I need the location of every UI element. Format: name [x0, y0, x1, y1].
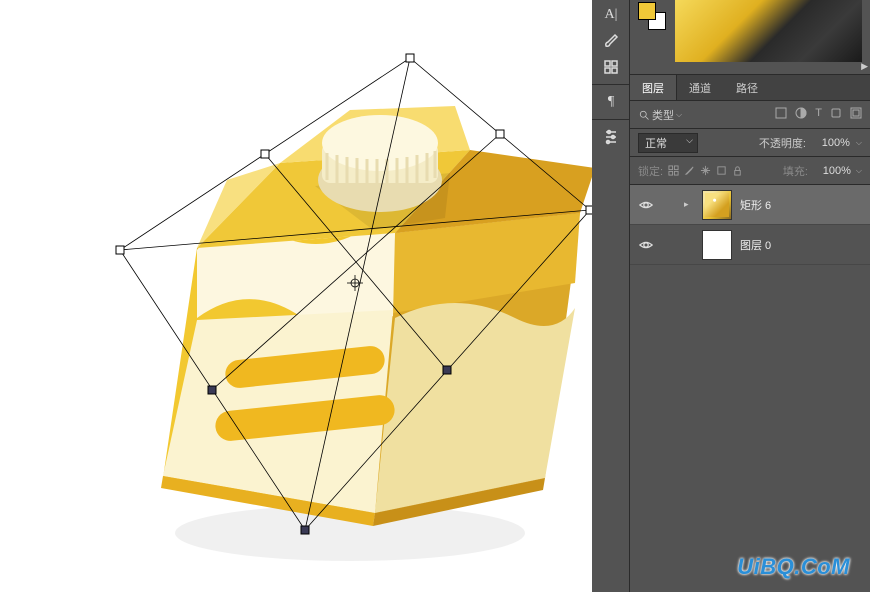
fg-color-swatch[interactable] — [638, 2, 656, 20]
expand-arrow-icon[interactable]: ▶ — [861, 61, 868, 72]
filter-adjust-icon[interactable] — [795, 107, 807, 122]
layer-item[interactable]: 图层 0 — [630, 225, 870, 265]
watermark: UiBQ.CoM — [737, 554, 850, 580]
fill-label: 填充: — [783, 163, 808, 179]
collapsed-panel-strip: A| ¶ — [592, 0, 630, 592]
adjustments-panel-icon[interactable] — [592, 124, 630, 150]
gradient-preview-panel: ▶ — [630, 0, 870, 75]
lock-pixels-icon[interactable] — [684, 165, 695, 176]
lock-row: 锁定: 填充: 100% ⌵ — [630, 157, 870, 185]
filter-pixel-icon[interactable] — [775, 107, 787, 122]
layer-filter-row: 类型 ⌵ T — [630, 101, 870, 129]
layer-thumbnail[interactable] — [702, 230, 732, 260]
opacity-value[interactable]: 100% — [812, 137, 850, 149]
lock-label: 锁定: — [638, 163, 663, 179]
chevron-down-icon[interactable]: ⌵ — [856, 138, 862, 148]
lock-artboard-icon[interactable] — [716, 165, 727, 176]
brush-panel-icon[interactable] — [592, 28, 630, 54]
tab-layers[interactable]: 图层 — [630, 75, 677, 100]
panel-tabs: 图层 通道 路径 — [630, 75, 870, 101]
color-swatches[interactable] — [638, 2, 666, 30]
lock-transparency-icon[interactable] — [668, 165, 679, 176]
layer-item[interactable]: ▸ 矩形 6 — [630, 185, 870, 225]
character-panel-icon[interactable]: A| — [592, 2, 630, 28]
lock-all-icon[interactable] — [732, 165, 743, 176]
chevron-down-icon[interactable]: ⌵ — [856, 166, 862, 176]
filter-type-icon[interactable]: T — [815, 107, 822, 122]
artwork-carton — [115, 58, 595, 578]
paragraph-panel-icon[interactable]: ¶ — [592, 89, 630, 115]
fill-value[interactable]: 100% — [813, 165, 851, 177]
right-panel: A| ¶ ▶ 图层 通道 路径 类型 ⌵ — [592, 0, 870, 592]
tab-channels[interactable]: 通道 — [677, 75, 724, 100]
opacity-label: 不透明度: — [759, 135, 806, 151]
canvas[interactable] — [0, 0, 592, 592]
gradient-preview[interactable] — [675, 0, 862, 62]
expand-layer-icon[interactable]: ▸ — [684, 199, 694, 210]
visibility-toggle[interactable] — [634, 198, 658, 212]
filter-search[interactable]: 类型 ⌵ — [638, 107, 682, 123]
layer-name[interactable]: 矩形 6 — [740, 197, 771, 213]
layer-thumbnail[interactable] — [702, 190, 732, 220]
tab-paths[interactable]: 路径 — [724, 75, 771, 100]
swatches-panel-icon[interactable] — [592, 54, 630, 80]
layers-list: ▸ 矩形 6 图层 0 — [630, 185, 870, 592]
filter-smart-icon[interactable] — [850, 107, 862, 122]
lock-position-icon[interactable] — [700, 165, 711, 176]
filter-shape-icon[interactable] — [830, 107, 842, 122]
visibility-toggle[interactable] — [634, 238, 658, 252]
blend-mode-select[interactable]: 正常 — [638, 133, 698, 153]
layer-name[interactable]: 图层 0 — [740, 237, 771, 253]
blend-mode-row: 正常 不透明度: 100% ⌵ — [630, 129, 870, 157]
